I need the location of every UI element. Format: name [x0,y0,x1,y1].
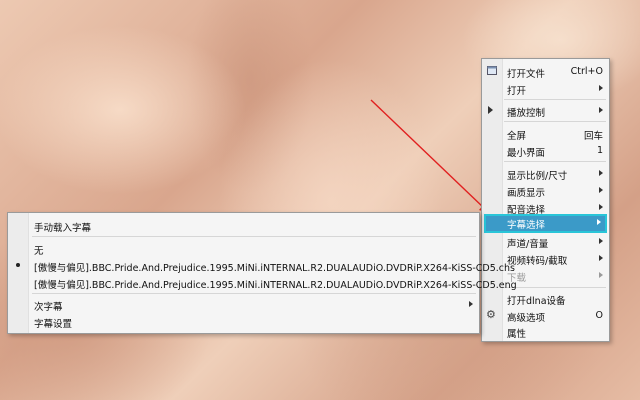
submenu-arrow-icon [599,204,603,210]
submenu-arrow-icon [599,85,603,91]
menu-item-label: 手动载入字幕 [34,223,92,234]
submenu-arrow-icon [469,301,473,307]
menu-item-label: 无 [34,246,44,257]
menu-item-shortcut: Ctrl+O [570,66,603,77]
context-menu: 打开文件 Ctrl+O 打开 播放控制 全屏 回车 最小界面 1 显示比例/尺寸… [481,58,610,342]
submenu-item-subtitle-eng[interactable]: [傲慢与偏见].BBC.Pride.And.Prejudice.1995.MiN… [8,274,517,291]
menu-item-label: 字幕选择 [507,220,546,231]
menu-item-label: 视频转码/截取 [507,256,568,267]
menu-separator [32,236,476,237]
menu-item-label: 打开 [507,86,527,97]
settings-gear-icon: ⚙ [486,308,496,321]
menu-item-fullscreen[interactable]: 全屏 回车 [482,125,609,142]
menu-item-shortcut: 1 [596,145,603,156]
menu-item-label: 高级选项 [507,313,546,324]
submenu-item-none[interactable]: 无 [8,240,479,257]
submenu-arrow-icon [599,187,603,193]
menu-item-label: 最小界面 [507,148,546,159]
menu-item-subtitle-select[interactable]: 字幕选择 [484,214,607,233]
menu-item-label: 属性 [507,329,527,340]
menu-item-dlna-device[interactable]: 打开dlna设备 [482,290,609,307]
menu-item-playback-control[interactable]: 播放控制 [482,102,609,119]
menu-item-properties[interactable]: 属性 [482,323,609,340]
menu-item-label: 显示比例/尺寸 [507,171,568,182]
menu-item-label: 播放控制 [507,108,546,119]
submenu-item-secondary-subtitle[interactable]: 次字幕 [8,296,479,313]
menu-separator [504,287,606,288]
submenu-arrow-icon [597,219,601,225]
subtitle-submenu: 手动载入字幕 无 [傲慢与偏见].BBC.Pride.And.Prejudice… [7,212,517,334]
submenu-arrow-icon [599,272,603,278]
menu-item-open[interactable]: 打开 [482,80,609,97]
submenu-item-load-subtitle[interactable]: 手动载入字幕 [8,217,479,234]
menu-item-label: 全屏 [507,131,527,142]
menu-separator [504,161,606,162]
play-submenu-icon [488,106,493,114]
menu-item-label: 声道/音量 [507,239,549,250]
menu-item-channel-volume[interactable]: 声道/音量 [482,233,609,250]
submenu-arrow-icon [599,107,603,113]
selected-bullet-icon [16,263,20,267]
menu-separator [504,99,606,100]
menu-item-advanced-options[interactable]: ⚙ 高级选项 O [482,307,609,325]
menu-item-mini-mode[interactable]: 最小界面 1 [482,142,609,159]
menu-item-picture-quality[interactable]: 画质显示 [482,182,609,199]
submenu-arrow-icon [599,238,603,244]
menu-item-label: [傲慢与偏见].BBC.Pride.And.Prejudice.1995.MiN… [34,280,517,291]
menu-item-open-file[interactable]: 打开文件 Ctrl+O [482,63,609,80]
menu-item-label: 打开dlna设备 [507,296,566,307]
menu-separator [504,121,606,122]
menu-item-shortcut: 回车 [583,131,603,142]
menu-item-aspect-ratio[interactable]: 显示比例/尺寸 [482,165,609,182]
menu-item-label: 字幕设置 [34,319,73,330]
submenu-item-subtitle-chs[interactable]: [傲慢与偏见].BBC.Pride.And.Prejudice.1995.MiN… [8,257,515,274]
submenu-arrow-icon [599,255,603,261]
submenu-item-subtitle-settings[interactable]: 字幕设置 [8,313,479,330]
menu-item-label: 打开文件 [507,69,546,80]
menu-item-label: [傲慢与偏见].BBC.Pride.And.Prejudice.1995.MiN… [34,263,515,274]
open-file-icon [487,66,497,75]
menu-separator [32,293,476,294]
menu-item-shortcut: O [595,310,603,321]
submenu-arrow-icon [599,170,603,176]
menu-item-label: 次字幕 [34,302,63,313]
menu-item-label: 画质显示 [507,188,546,199]
